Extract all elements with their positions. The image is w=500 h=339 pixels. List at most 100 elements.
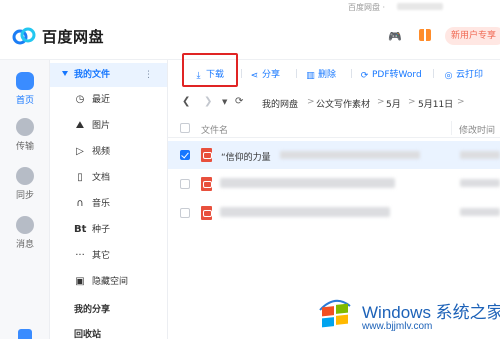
sidebar-item-images[interactable]: ⛰ 图片 xyxy=(50,116,167,136)
lock-icon: ▣ xyxy=(75,276,85,287)
my-files-header[interactable]: 我的文件 ⋮ xyxy=(50,63,167,87)
toolbar-divider xyxy=(296,69,297,78)
share-button[interactable]: ⋖ 分享 xyxy=(250,67,281,81)
game-icon[interactable]: 🎮 xyxy=(388,30,402,43)
sidebar-item-hidden-space[interactable]: ▣ 隐藏空间 xyxy=(50,272,167,292)
pdf-file-icon xyxy=(201,148,212,162)
sidebar-item-label: 其它 xyxy=(92,251,111,261)
table-row[interactable]: “信仰的力量 xyxy=(168,141,500,169)
delete-button[interactable]: ▥ 删除 xyxy=(306,67,337,81)
blurred-file-name xyxy=(220,207,390,217)
blurred-file-name xyxy=(220,178,395,188)
column-header-name[interactable]: 文件名 xyxy=(201,123,228,136)
nav-sync[interactable]: 同步 xyxy=(0,167,50,201)
pdf-file-icon xyxy=(201,177,212,191)
sidebar-item-music[interactable]: ∩ 音乐 xyxy=(50,194,167,214)
pdf-file-icon xyxy=(201,206,212,220)
sidebar-item-label: 音乐 xyxy=(92,199,111,209)
sidebar-item-my-share[interactable]: 我的分享 xyxy=(50,300,167,320)
file-list-header: 文件名 修改时间 xyxy=(168,118,500,138)
cloud-print-button[interactable]: ◎ 云打印 xyxy=(444,67,484,81)
delete-label: 删除 xyxy=(318,70,337,80)
transfer-icon xyxy=(16,118,34,136)
sidebar-item-documents[interactable]: ▯ 文档 xyxy=(50,168,167,188)
toolbar-divider xyxy=(433,69,434,78)
watermark-url: www.bjjmlv.com xyxy=(362,321,433,332)
sidebar-item-recent[interactable]: ◷ 最近 xyxy=(50,90,167,110)
sidebar-item-recycle-bin[interactable]: 回收站 xyxy=(50,325,167,339)
sidebar-item-label: 最近 xyxy=(92,95,111,105)
sidebar-item-label: 隐藏空间 xyxy=(92,277,129,287)
more-options-icon[interactable]: ⋮ xyxy=(144,63,153,87)
blurred-file-name xyxy=(280,151,420,159)
music-icon: ∩ xyxy=(76,198,84,209)
blurred-modified-time xyxy=(460,208,500,216)
new-user-offer-button[interactable]: 新用户专享 xyxy=(445,27,500,45)
app-name: 百度网盘 xyxy=(42,28,105,46)
history-dropdown-icon[interactable]: ▼ xyxy=(222,98,227,106)
bottom-nav-icon[interactable] xyxy=(18,329,32,339)
forward-icon[interactable]: ❯ xyxy=(204,96,212,107)
share-label: 分享 xyxy=(262,70,281,80)
my-files-label: 我的文件 xyxy=(74,70,111,80)
select-all-checkbox[interactable] xyxy=(180,123,190,133)
print-icon: ◎ xyxy=(444,71,453,81)
file-name[interactable]: “信仰的力量 xyxy=(221,150,271,163)
sidebar-item-torrents[interactable]: Bt 种子 xyxy=(50,220,167,240)
sidebar-item-label: 图片 xyxy=(92,121,111,131)
pdf-to-word-button[interactable]: ⟳ PDF转Word xyxy=(360,67,422,81)
cloud-print-label: 云打印 xyxy=(456,70,484,80)
pdf-to-word-label: PDF转Word xyxy=(372,70,422,80)
breadcrumb-separator: > xyxy=(377,97,385,107)
breadcrumb-separator: > xyxy=(408,97,416,107)
row-checkbox[interactable] xyxy=(180,150,190,160)
video-icon: ▷ xyxy=(76,146,84,157)
sidebar-item-label: 文档 xyxy=(92,173,111,183)
image-icon: ⛰ xyxy=(75,120,85,131)
sidebar-item-video[interactable]: ▷ 视频 xyxy=(50,142,167,162)
nav-home[interactable]: 首页 xyxy=(0,72,50,106)
nav-message-label: 消息 xyxy=(15,240,34,250)
toolbar-divider xyxy=(351,69,352,78)
nav-transfer[interactable]: 传输 xyxy=(0,118,50,152)
column-divider[interactable] xyxy=(451,121,452,135)
sidebar-item-label: 种子 xyxy=(92,225,111,235)
table-row[interactable] xyxy=(168,170,500,198)
share-icon: ⋖ xyxy=(250,71,259,81)
breadcrumb-separator: > xyxy=(307,97,315,107)
row-checkbox[interactable] xyxy=(180,179,190,189)
trash-icon: ▥ xyxy=(306,71,315,81)
breadcrumb-folder[interactable]: 公文写作素材 xyxy=(316,97,370,110)
pdf-convert-icon: ⟳ xyxy=(360,71,369,81)
blurred-modified-time xyxy=(460,151,500,159)
cloud-icon xyxy=(16,72,34,90)
back-icon[interactable]: ❮ xyxy=(182,96,190,107)
gift-icon[interactable] xyxy=(419,29,431,41)
table-row[interactable] xyxy=(168,199,500,227)
column-header-modified[interactable]: 修改时间 xyxy=(459,123,495,136)
baidu-netdisk-logo-icon xyxy=(12,27,36,45)
watermark-text: Windows 系统之家 xyxy=(362,303,500,322)
windows-logo-icon xyxy=(319,299,351,328)
nav-message[interactable]: 消息 xyxy=(0,216,50,250)
chevron-down-icon xyxy=(62,71,68,76)
clock-icon: ◷ xyxy=(75,94,85,105)
title-bar: 百度网盘 · 百度网盘 🎮 新用户专享 xyxy=(0,0,500,60)
breadcrumb-separator: > xyxy=(457,97,465,107)
message-icon xyxy=(16,216,34,234)
bt-icon: Bt xyxy=(74,224,87,235)
window-title: 百度网盘 · xyxy=(348,3,386,12)
row-checkbox[interactable] xyxy=(180,208,190,218)
toolbar-divider xyxy=(241,69,242,78)
sidebar-item-label: 视频 xyxy=(92,147,111,157)
nav-sync-label: 同步 xyxy=(15,191,34,201)
sidebar-item-other[interactable]: ··· 其它 xyxy=(50,246,167,266)
breadcrumb-folder[interactable]: 5月 xyxy=(386,97,401,110)
breadcrumb-root[interactable]: 我的网盘 xyxy=(262,97,298,110)
path-bar: ❮ ❯ ▼ ⟳ 我的网盘 > 公文写作素材 > 5月 > 5月11日 > xyxy=(168,92,500,112)
refresh-icon[interactable]: ⟳ xyxy=(235,96,243,107)
download-highlight-box xyxy=(182,53,238,87)
left-nav: 首页 传输 同步 消息 xyxy=(0,60,50,339)
breadcrumb-current[interactable]: 5月11日 xyxy=(418,97,453,110)
blurred-title-text xyxy=(397,3,443,10)
